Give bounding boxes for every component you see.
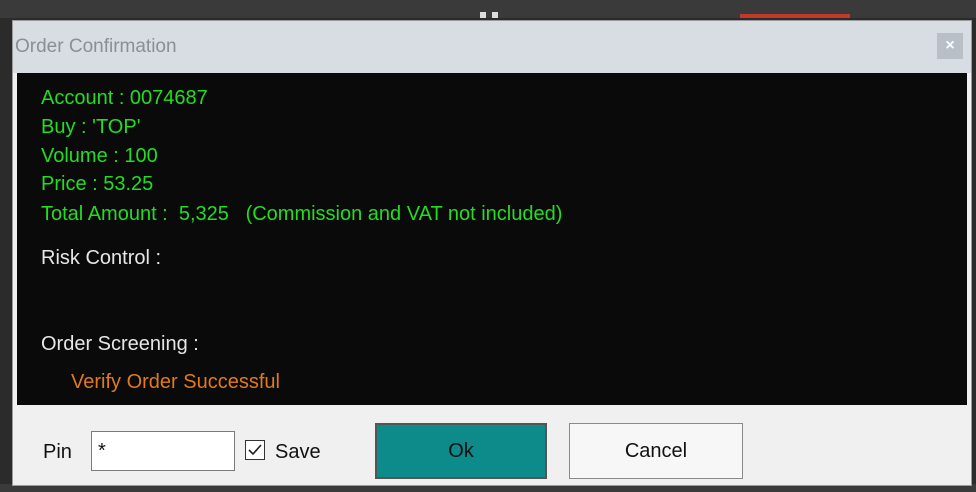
save-label[interactable]: Save xyxy=(275,441,321,464)
dialog-title: Order Confirmation xyxy=(15,36,177,57)
save-checkbox[interactable] xyxy=(245,440,265,460)
order-confirmation-dialog: Order Confirmation × Account : 0074687 B… xyxy=(12,20,972,486)
ok-button[interactable]: Ok xyxy=(375,423,547,479)
title-bar: Order Confirmation × xyxy=(13,21,971,73)
order-details-panel: Account : 0074687 Buy : 'TOP' Volume : 1… xyxy=(17,73,967,405)
side-line: Buy : 'TOP' xyxy=(41,116,141,138)
account-line: Account : 0074687 xyxy=(41,87,208,109)
background-marker xyxy=(480,12,486,18)
close-icon: × xyxy=(945,37,955,54)
close-button[interactable]: × xyxy=(937,33,963,59)
total-amount-line: Total Amount : 5,325 (Commission and VAT… xyxy=(41,203,563,225)
ok-button-label: Ok xyxy=(448,439,474,462)
pin-input[interactable] xyxy=(91,431,235,471)
background-marker xyxy=(740,14,850,18)
dialog-footer: Pin Save Ok Cancel xyxy=(13,405,971,485)
price-line: Price : 53.25 xyxy=(41,173,154,195)
checkmark-icon xyxy=(248,444,262,456)
cancel-button[interactable]: Cancel xyxy=(569,423,743,479)
cancel-button-label: Cancel xyxy=(624,439,688,462)
background-app-strip xyxy=(0,0,976,18)
volume-line: Volume : 100 xyxy=(41,145,158,167)
background-marker xyxy=(492,12,498,18)
order-screening-label: Order Screening : xyxy=(41,333,199,355)
risk-control-label: Risk Control : xyxy=(41,247,162,269)
screening-result: Verify Order Successful xyxy=(71,371,280,393)
pin-label: Pin xyxy=(43,441,72,463)
